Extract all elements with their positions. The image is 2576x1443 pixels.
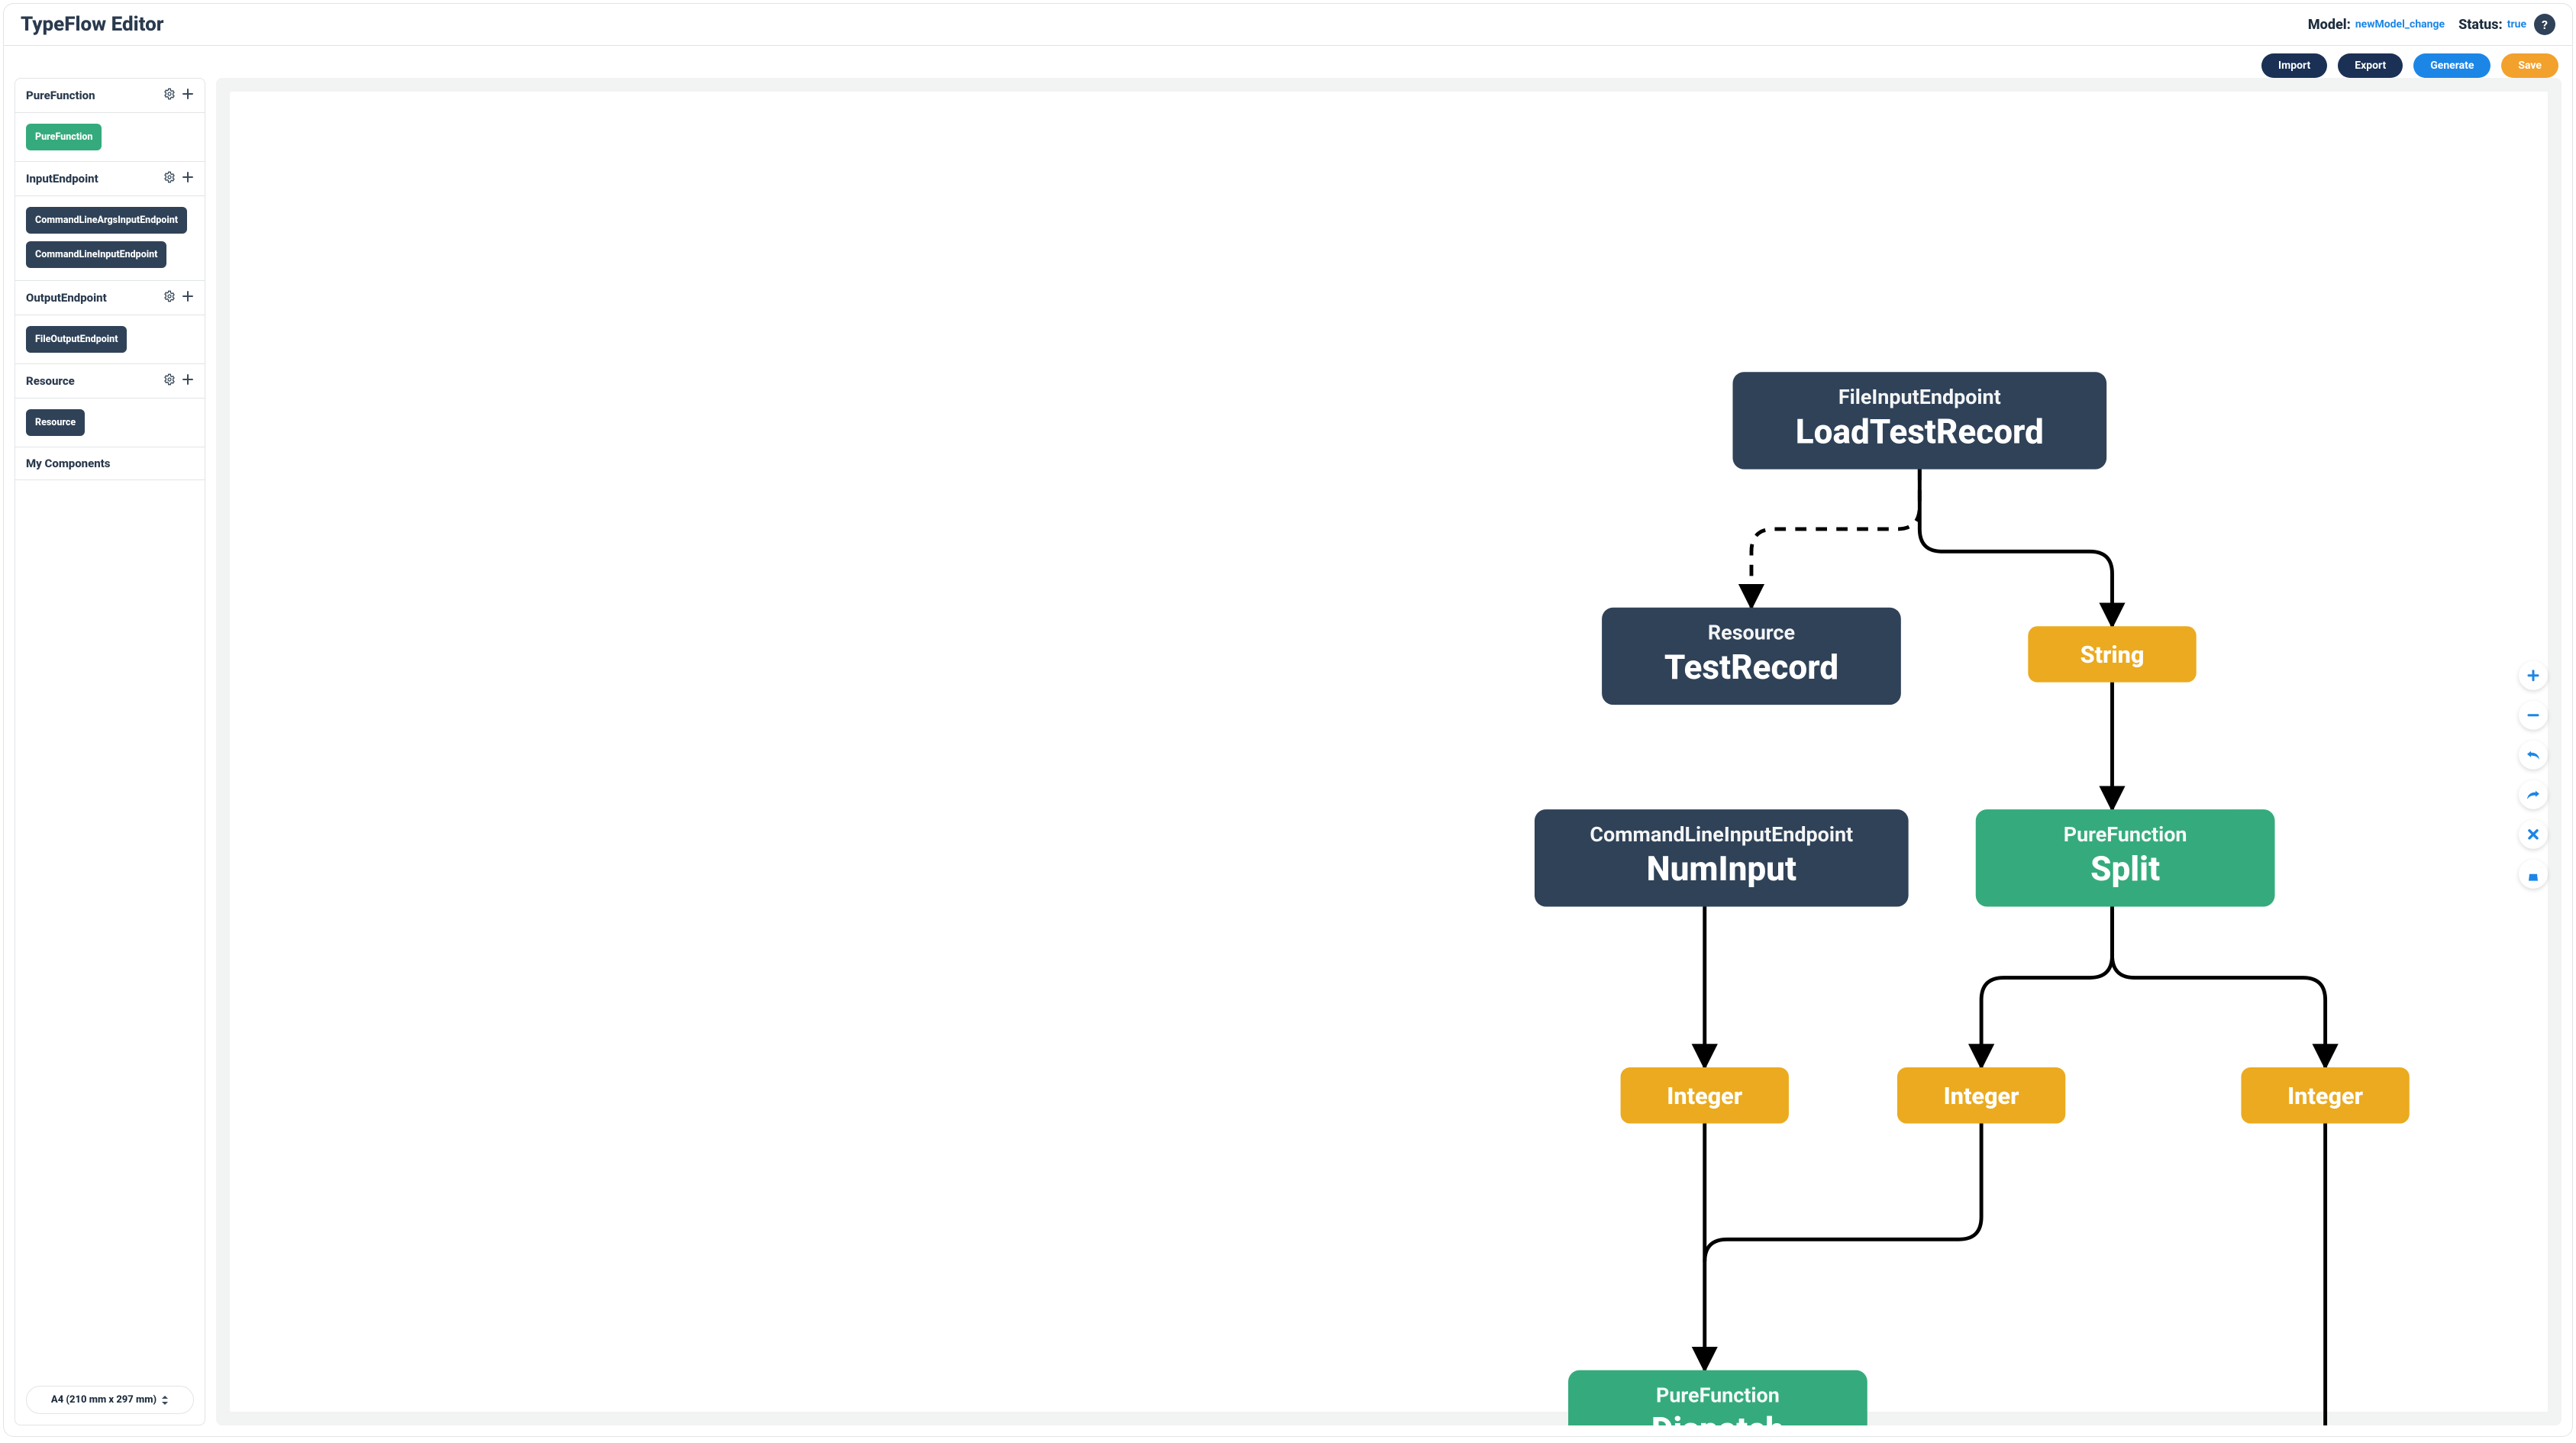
palette-group-title: PureFunction xyxy=(26,89,95,102)
palette-group-title: InputEndpoint xyxy=(26,172,98,186)
minus-icon xyxy=(2527,709,2539,721)
plus-icon xyxy=(182,290,194,302)
toolbar: Import Export Generate Save xyxy=(4,46,2572,78)
gear-icon xyxy=(163,290,176,302)
svg-text:NumInput: NumInput xyxy=(1647,849,1796,889)
graph-node[interactable]: PureFunction Dispatch xyxy=(1568,1370,1867,1425)
type-tag[interactable]: Integer xyxy=(1621,1067,1789,1123)
svg-text:CommandLineInputEndpoint: CommandLineInputEndpoint xyxy=(1590,822,1853,847)
type-tag[interactable]: Integer xyxy=(1897,1067,2065,1123)
paper-size-label: A4 (210 mm x 297 mm) xyxy=(51,1394,157,1406)
palette-chip[interactable]: CommandLineInputEndpoint xyxy=(26,241,166,268)
group-settings-button[interactable] xyxy=(163,171,176,186)
plus-icon xyxy=(182,88,194,100)
group-settings-button[interactable] xyxy=(163,290,176,305)
redo-icon xyxy=(2526,789,2540,799)
palette-group-title: Resource xyxy=(26,374,75,388)
svg-text:PureFunction: PureFunction xyxy=(1656,1383,1780,1407)
export-button[interactable]: Export xyxy=(2338,53,2403,78)
edge[interactable] xyxy=(1919,470,2112,627)
edge[interactable] xyxy=(1705,1123,1981,1261)
palette-group-header[interactable]: PureFunction xyxy=(15,79,205,113)
import-button[interactable]: Import xyxy=(2261,53,2327,78)
zoom-out-button[interactable] xyxy=(2519,700,2548,729)
palette-group-header[interactable]: My Components xyxy=(15,447,205,480)
svg-text:Integer: Integer xyxy=(2287,1083,2363,1110)
palette-chip[interactable]: FileOutputEndpoint xyxy=(26,326,127,353)
svg-text:Resource: Resource xyxy=(1708,620,1795,644)
help-button[interactable]: ? xyxy=(2534,14,2555,35)
group-add-button[interactable] xyxy=(182,171,194,186)
svg-text:Integer: Integer xyxy=(1944,1083,2019,1110)
group-add-button[interactable] xyxy=(182,290,194,305)
svg-text:PureFunction: PureFunction xyxy=(2064,822,2187,847)
svg-text:TestRecord: TestRecord xyxy=(1664,647,1838,687)
group-add-button[interactable] xyxy=(182,88,194,103)
svg-text:LoadTestRecord: LoadTestRecord xyxy=(1796,412,2044,451)
status-value[interactable]: true xyxy=(2507,18,2526,31)
type-tag[interactable]: Integer xyxy=(2241,1067,2409,1123)
model-label: Model: xyxy=(2308,17,2351,33)
palette-chip[interactable]: CommandLineArgsInputEndpoint xyxy=(26,207,187,234)
undo-icon xyxy=(2526,749,2540,760)
palette-chip[interactable]: Resource xyxy=(26,409,85,436)
delete-button[interactable] xyxy=(2519,819,2548,848)
app-title: TypeFlow Editor xyxy=(21,13,163,36)
x-icon xyxy=(2527,828,2539,840)
type-tag[interactable]: String xyxy=(2028,626,2196,682)
edge[interactable] xyxy=(2113,906,2326,1067)
palette-chip[interactable]: PureFunction xyxy=(26,124,102,150)
undo-button[interactable] xyxy=(2519,740,2548,769)
plus-icon xyxy=(2527,669,2539,681)
gear-icon xyxy=(163,88,176,100)
palette-group-title: My Components xyxy=(26,457,111,470)
redo-button[interactable] xyxy=(2519,780,2548,809)
status-label: Status: xyxy=(2458,17,2503,33)
graph-node[interactable]: PureFunctionSplit xyxy=(1976,809,2275,906)
group-settings-button[interactable] xyxy=(163,373,176,389)
save-button[interactable]: Save xyxy=(2501,53,2558,78)
plus-icon xyxy=(182,373,194,386)
group-settings-button[interactable] xyxy=(163,88,176,103)
broom-icon xyxy=(2527,867,2539,880)
svg-text:FileInputEndpoint: FileInputEndpoint xyxy=(1838,385,2001,409)
zoom-in-button[interactable] xyxy=(2519,660,2548,689)
edge[interactable] xyxy=(1751,470,1919,608)
palette-group-title: OutputEndpoint xyxy=(26,291,107,305)
palette-group-header[interactable]: InputEndpoint xyxy=(15,161,205,196)
graph-node[interactable]: CommandLineInputEndpointNumInput xyxy=(1535,809,1909,906)
edge[interactable] xyxy=(1981,906,2112,1067)
svg-text:String: String xyxy=(2080,642,2145,669)
generate-button[interactable]: Generate xyxy=(2413,53,2490,78)
palette-group-header[interactable]: Resource xyxy=(15,363,205,399)
svg-text:Dispatch: Dispatch xyxy=(1651,1410,1784,1425)
clear-button[interactable] xyxy=(2519,859,2548,888)
gear-icon xyxy=(163,373,176,386)
paper-size-select[interactable]: A4 (210 mm x 297 mm) xyxy=(26,1386,194,1414)
group-add-button[interactable] xyxy=(182,373,194,389)
model-name-link[interactable]: newModel_change xyxy=(2355,18,2445,31)
graph-node[interactable]: FileInputEndpoint LoadTestRecord xyxy=(1732,372,2106,469)
palette-group-header[interactable]: OutputEndpoint xyxy=(15,280,205,315)
component-palette: PureFunction PureFunction InputEndpoint Com… xyxy=(15,78,205,1425)
sort-icon xyxy=(161,1396,169,1405)
svg-text:Integer: Integer xyxy=(1667,1083,1742,1110)
plus-icon xyxy=(182,171,194,183)
graph-node[interactable]: Resource TestRecord xyxy=(1602,608,1901,705)
svg-text:Split: Split xyxy=(2090,849,2160,889)
gear-icon xyxy=(163,171,176,183)
canvas[interactable]: FileInputEndpoint LoadTestRecord Resource T… xyxy=(216,78,2561,1425)
